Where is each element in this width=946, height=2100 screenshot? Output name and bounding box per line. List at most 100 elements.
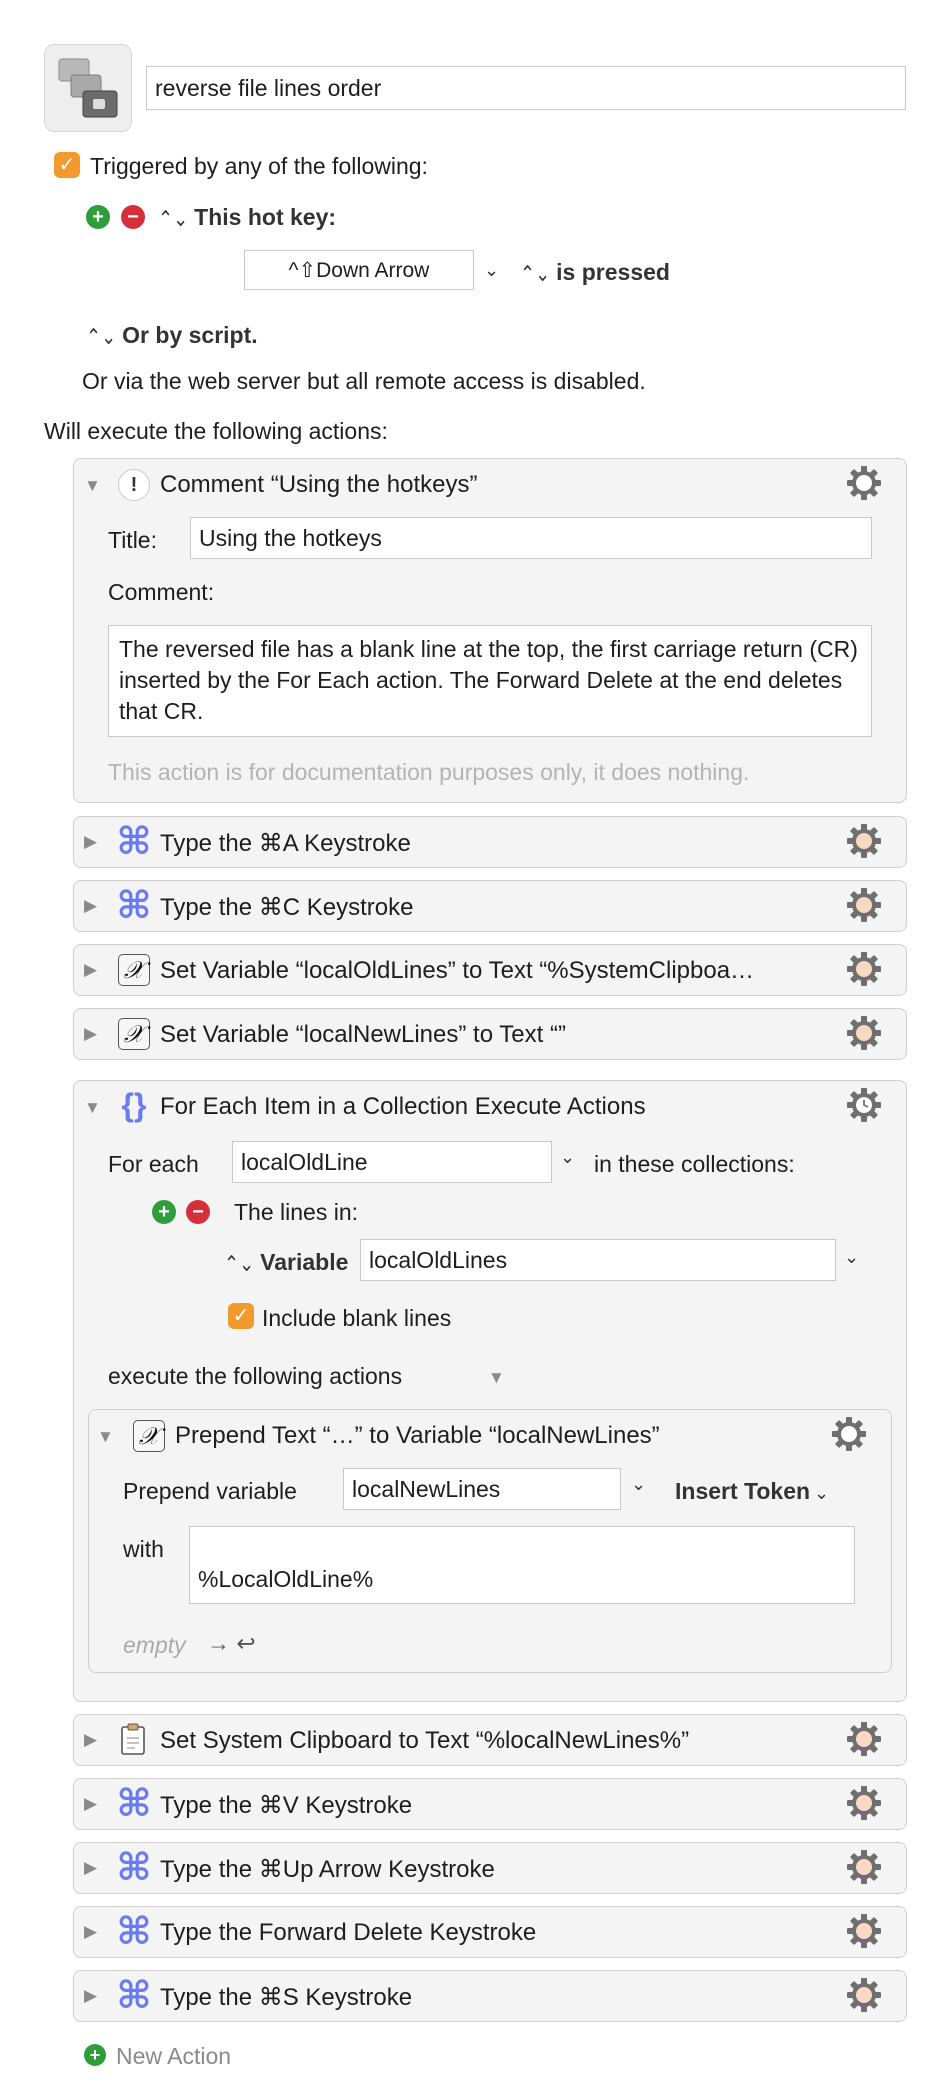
include-blank-checkbox[interactable]: ✓: [228, 1303, 254, 1329]
command-icon: ⌘: [116, 885, 152, 927]
expand-triangle-icon[interactable]: ▶: [84, 1731, 97, 1748]
prepend-variable-field[interactable]: localNewLines: [343, 1468, 621, 1510]
chevron-down-icon[interactable]: ⌄: [844, 1247, 859, 1268]
comment-icon: !: [116, 467, 152, 503]
macro-icon[interactable]: [44, 44, 132, 132]
will-execute-label: Will execute the following actions:: [44, 418, 388, 444]
command-icon: ⌘: [116, 1975, 152, 2017]
with-text-field[interactable]: %LocalOldLine%: [189, 1526, 855, 1604]
new-action-button[interactable]: New Action: [116, 2043, 231, 2070]
expand-triangle-icon[interactable]: ▶: [84, 897, 97, 914]
action-title: Set System Clipboard to Text “%localNewL…: [160, 1727, 690, 1754]
execute-triangle-icon[interactable]: ▼: [488, 1369, 505, 1386]
action-row[interactable]: ▶ ⌘ Type the ⌘A Keystroke: [73, 816, 907, 868]
comment-title-field[interactable]: Using the hotkeys: [190, 517, 872, 559]
gear-icon[interactable]: [846, 1849, 882, 1885]
triggered-label: Triggered by any of the following:: [90, 153, 428, 179]
for-each-action[interactable]: ▼ {} For Each Item in a Collection Execu…: [73, 1080, 907, 1702]
variable-icon: 𝒳: [116, 952, 152, 988]
expand-triangle-icon[interactable]: ▶: [84, 833, 97, 850]
lines-in-label: The lines in:: [234, 1199, 359, 1225]
action-row[interactable]: ▶ Set System Clipboard to Text “%localNew…: [73, 1714, 907, 1766]
gear-icon[interactable]: [846, 887, 882, 923]
action-title: Type the ⌘Up Arrow Keystroke: [160, 1856, 495, 1883]
expand-triangle-icon[interactable]: ▶: [84, 1987, 97, 2004]
action-title: Type the ⌘C Keystroke: [160, 894, 414, 921]
action-title: For Each Item in a Collection Execute Ac…: [160, 1093, 646, 1120]
action-row[interactable]: ▶ 𝒳 Set Variable “localOldLines” to Text “…: [73, 944, 907, 996]
command-icon: ⌘: [116, 1783, 152, 1825]
gear-icon[interactable]: [846, 1721, 882, 1757]
for-each-variable-field[interactable]: localOldLine: [232, 1141, 552, 1183]
gear-icon[interactable]: [831, 1416, 867, 1452]
collection-variable-field[interactable]: localOldLines: [360, 1239, 836, 1281]
add-collection-button[interactable]: +: [152, 1200, 176, 1224]
chevron-down-icon[interactable]: ⌄: [631, 1474, 646, 1495]
expand-triangle-icon[interactable]: ▶: [84, 1025, 97, 1042]
updown-icon: ⌃⌄: [86, 324, 117, 349]
insert-token-button[interactable]: Insert Token ⌄: [675, 1478, 829, 1505]
macro-name-field[interactable]: reverse file lines order: [146, 66, 906, 110]
gear-icon[interactable]: [846, 1977, 882, 2013]
action-row[interactable]: ▶ 𝒳 Set Variable “localNewLines” to Text “…: [73, 1008, 907, 1060]
with-label: with: [123, 1536, 164, 1562]
collapse-triangle-icon[interactable]: ▼: [84, 477, 101, 494]
hotkey-dropdown-chevron-icon[interactable]: ⌄: [484, 260, 499, 281]
in-collections-label: in these collections:: [594, 1151, 795, 1177]
remove-trigger-button[interactable]: −: [121, 205, 145, 229]
chevron-down-icon[interactable]: ⌄: [560, 1147, 575, 1168]
gear-icon[interactable]: [846, 823, 882, 859]
action-row[interactable]: ▶ ⌘ Type the ⌘S Keystroke: [73, 1970, 907, 2022]
collapse-triangle-icon[interactable]: ▼: [97, 1428, 114, 1445]
collection-type-select[interactable]: ⌃⌄ Variable: [224, 1249, 348, 1276]
updown-icon: ⌃⌄: [224, 1251, 255, 1276]
gear-icon[interactable]: [846, 951, 882, 987]
variable-icon: 𝒳: [131, 1418, 167, 1454]
hotkey-trigger-type[interactable]: ⌃⌄ This hot key:: [158, 204, 336, 231]
updown-icon: ⌃⌄: [158, 206, 189, 231]
braces-icon: {}: [121, 1086, 147, 1123]
clipboard-icon: [116, 1722, 152, 1758]
variable-icon: 𝒳: [116, 1016, 152, 1052]
clock-gear-icon[interactable]: [846, 1087, 882, 1123]
action-title: Type the ⌘A Keystroke: [160, 830, 411, 857]
title-label: Title:: [108, 527, 157, 553]
action-row[interactable]: ▶ ⌘ Type the ⌘C Keystroke: [73, 880, 907, 932]
expand-triangle-icon[interactable]: ▶: [84, 961, 97, 978]
gear-icon[interactable]: [846, 1015, 882, 1051]
hotkey-state-select[interactable]: ⌃⌄ is pressed: [520, 259, 670, 286]
comment-text-field[interactable]: The reversed file has a blank line at th…: [108, 625, 872, 737]
action-row[interactable]: ▶ ⌘ Type the ⌘V Keystroke: [73, 1778, 907, 1830]
action-title: Prepend Text “…” to Variable “localNewLi…: [175, 1422, 660, 1449]
expand-triangle-icon[interactable]: ▶: [84, 1795, 97, 1812]
new-action-icon[interactable]: +: [84, 2044, 106, 2066]
updown-icon: ⌃⌄: [520, 261, 551, 286]
gear-icon[interactable]: [846, 1785, 882, 1821]
action-title: Type the ⌘S Keystroke: [160, 1984, 413, 2011]
collapse-triangle-icon[interactable]: ▼: [84, 1099, 101, 1116]
empty-indicator: empty: [123, 1632, 186, 1658]
expand-triangle-icon[interactable]: ▶: [84, 1859, 97, 1876]
add-trigger-button[interactable]: +: [86, 205, 110, 229]
action-title: Comment “Using the hotkeys”: [160, 471, 478, 498]
comment-action[interactable]: ▼ ! Comment “Using the hotkeys” Title: U…: [73, 458, 907, 803]
prepend-action[interactable]: ▼ 𝒳 Prepend Text “…” to Variable “localN…: [88, 1409, 892, 1673]
gear-icon[interactable]: [846, 1913, 882, 1949]
hotkey-field[interactable]: ^⇧Down Arrow: [244, 250, 474, 290]
script-trigger[interactable]: ⌃⌄ Or by script.: [86, 322, 258, 349]
expand-triangle-icon[interactable]: ▶: [84, 1923, 97, 1940]
prepend-variable-label: Prepend variable: [123, 1478, 297, 1504]
action-row[interactable]: ▶ ⌘ Type the Forward Delete Keystroke: [73, 1906, 907, 1958]
remove-collection-button[interactable]: −: [186, 1200, 210, 1224]
triggered-checkbox[interactable]: ✓: [54, 152, 80, 178]
webserver-text: Or via the web server but all remote acc…: [82, 368, 646, 394]
include-blank-label: Include blank lines: [262, 1305, 452, 1331]
return-arrow-indicator: → ↩: [207, 1630, 256, 1656]
comment-footer: This action is for documentation purpose…: [108, 759, 750, 785]
command-icon: ⌘: [116, 821, 152, 863]
action-title: Set Variable “localNewLines” to Text “”: [160, 1021, 566, 1048]
action-row[interactable]: ▶ ⌘ Type the ⌘Up Arrow Keystroke: [73, 1842, 907, 1894]
action-title: Type the ⌘V Keystroke: [160, 1792, 413, 1819]
action-title: Type the Forward Delete Keystroke: [160, 1919, 537, 1946]
gear-icon[interactable]: [846, 465, 882, 501]
